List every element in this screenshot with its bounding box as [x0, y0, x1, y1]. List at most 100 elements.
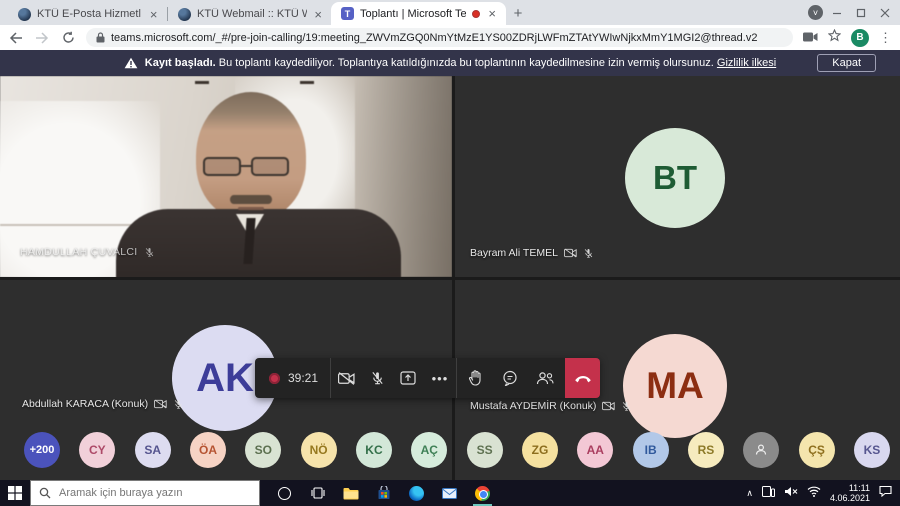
mic-toggle-button[interactable] [362, 358, 393, 398]
warning-icon [124, 57, 138, 69]
windows-logo-icon [8, 486, 22, 500]
strip-avatar[interactable]: SO [245, 432, 281, 468]
taskbar-search-box[interactable] [30, 480, 260, 506]
participant-label-mustafa: Mustafa AYDEMİR (Konuk) [470, 400, 632, 412]
url-text: teams.microsoft.com/_#/pre-join-calling/… [111, 32, 757, 44]
recording-timer-group: 39:21 [255, 371, 330, 385]
tab-camera-in-use-icon[interactable] [803, 29, 818, 47]
avatar-mustafa: MA [623, 334, 727, 438]
new-tab-button[interactable]: + [506, 1, 530, 25]
microsoft-store-button[interactable] [367, 480, 400, 506]
strip-avatar[interactable]: CY [79, 432, 115, 468]
tab-close-icon[interactable]: × [486, 7, 498, 20]
refresh-button[interactable] [60, 31, 76, 44]
volume-muted-tray-icon[interactable] [784, 484, 798, 502]
raise-hand-button[interactable] [457, 358, 493, 398]
browser-toolbar: teams.microsoft.com/_#/pre-join-calling/… [0, 25, 900, 50]
participant-name: Bayram Ali TEMEL [470, 247, 558, 259]
edge-icon [409, 486, 424, 501]
banner-dismiss-button[interactable]: Kapat [817, 54, 876, 72]
avatar-initials: AK [196, 356, 254, 401]
file-explorer-button[interactable] [334, 480, 367, 506]
strip-avatar[interactable]: AÇ [411, 432, 447, 468]
task-view-button[interactable] [301, 480, 334, 506]
mail-button[interactable] [433, 480, 466, 506]
tab-teams-meeting[interactable]: T Toplantı | Microsoft Teams × [331, 2, 506, 25]
tab-title: KTÜ E-Posta Hizmetleri [37, 8, 141, 20]
strip-avatar[interactable]: AA [577, 432, 613, 468]
banner-body-text: Bu toplantı kaydediliyor. Toplantıya kat… [219, 57, 714, 69]
strip-avatar[interactable]: KS [854, 432, 890, 468]
privacy-policy-link[interactable]: Gizlilik ilkesi [717, 57, 776, 69]
tab-close-icon[interactable]: × [147, 8, 160, 21]
participant-label-bayram: Bayram Ali TEMEL [470, 247, 594, 259]
banner-bold-text: Kayıt başladı. [145, 57, 216, 69]
tab-search-button[interactable]: ˅ [808, 5, 823, 20]
strip-avatar[interactable]: SA [135, 432, 171, 468]
address-bar[interactable]: teams.microsoft.com/_#/pre-join-calling/… [86, 28, 793, 47]
browser-profile-avatar[interactable]: B [851, 29, 869, 47]
search-input[interactable] [59, 487, 239, 499]
window-minimize-button[interactable] [832, 8, 842, 18]
camera-off-icon [602, 401, 615, 411]
camera-toggle-button[interactable] [331, 358, 362, 398]
start-button[interactable] [0, 480, 30, 506]
bookmark-star-icon[interactable] [828, 29, 841, 47]
strip-avatar[interactable]: NÖ [301, 432, 337, 468]
window-restore-button[interactable] [856, 8, 866, 18]
participant-name: Abdullah KARACA (Konuk) [22, 398, 148, 410]
chrome-icon [475, 486, 490, 501]
your-phone-tray-icon[interactable] [762, 484, 775, 502]
window-close-button[interactable] [880, 8, 890, 18]
avatar-bayram: BT [625, 128, 725, 228]
action-center-icon[interactable] [879, 484, 892, 502]
avatar-initials: MA [646, 365, 704, 407]
chat-button[interactable] [494, 358, 528, 398]
cortana-button[interactable] [268, 480, 301, 506]
tab-title: KTÜ Webmail :: KTÜ Webmail Si [197, 8, 307, 20]
chrome-button[interactable] [466, 480, 499, 506]
browser-menu-icon[interactable]: ⋮ [879, 30, 892, 46]
webmail-favicon-icon [18, 8, 31, 21]
overflow-count-badge[interactable]: +200 [24, 432, 60, 468]
store-icon [377, 486, 391, 500]
strip-avatar[interactable]: ZG [522, 432, 558, 468]
participant-overflow-strip: +200 CY SA ÖA SO NÖ KC AÇ SS ZG AA IB RS… [24, 432, 890, 468]
forward-button[interactable] [34, 32, 50, 44]
participant-label-abdullah: Abdullah KARACA (Konuk) [22, 398, 184, 410]
camera-off-icon [564, 248, 577, 258]
strip-avatar[interactable]: ÇŞ [799, 432, 835, 468]
tray-date: 4.06.2021 [830, 493, 870, 503]
participant-name: HAMDULLAH ÇUVALCI [20, 246, 138, 258]
recording-dot-icon [269, 373, 280, 384]
tab-ktu-eposta[interactable]: KTÜ E-Posta Hizmetleri × [8, 3, 168, 25]
task-view-icon [311, 487, 325, 499]
back-button[interactable] [8, 32, 24, 44]
mail-icon [442, 488, 457, 499]
strip-avatar[interactable]: SS [467, 432, 503, 468]
more-actions-button[interactable]: ••• [424, 371, 457, 386]
tab-close-icon[interactable]: × [313, 8, 323, 21]
tab-ktu-webmail[interactable]: KTÜ Webmail :: KTÜ Webmail Si × [168, 3, 331, 25]
strip-avatar[interactable]: IB [633, 432, 669, 468]
strip-avatar[interactable]: ÖA [190, 432, 226, 468]
hang-up-button[interactable] [565, 358, 600, 398]
meeting-stage: BT AK MA HAMDULLAH ÇUVALCI Bayram Ali TE… [0, 76, 900, 480]
clock[interactable]: 11:11 4.06.2021 [830, 483, 870, 503]
wifi-tray-icon[interactable] [807, 484, 821, 502]
camera-off-icon [154, 399, 167, 409]
cortana-icon [278, 487, 291, 500]
windows-taskbar: ∧ 11:11 4.06.2021 [0, 480, 900, 506]
participants-button[interactable] [527, 358, 563, 398]
share-screen-button[interactable] [393, 358, 424, 398]
tray-expand-chevron[interactable]: ∧ [746, 488, 753, 499]
strip-avatar[interactable]: RS [688, 432, 724, 468]
avatar-initials: BT [653, 159, 697, 197]
https-lock-icon [96, 32, 105, 43]
edge-button[interactable] [400, 480, 433, 506]
strip-avatar-anonymous[interactable] [743, 432, 779, 468]
recording-banner: Kayıt başladı. Bu toplantı kaydediliyor.… [0, 50, 900, 76]
mic-muted-icon [144, 247, 155, 258]
mic-muted-icon [583, 248, 594, 259]
strip-avatar[interactable]: KC [356, 432, 392, 468]
